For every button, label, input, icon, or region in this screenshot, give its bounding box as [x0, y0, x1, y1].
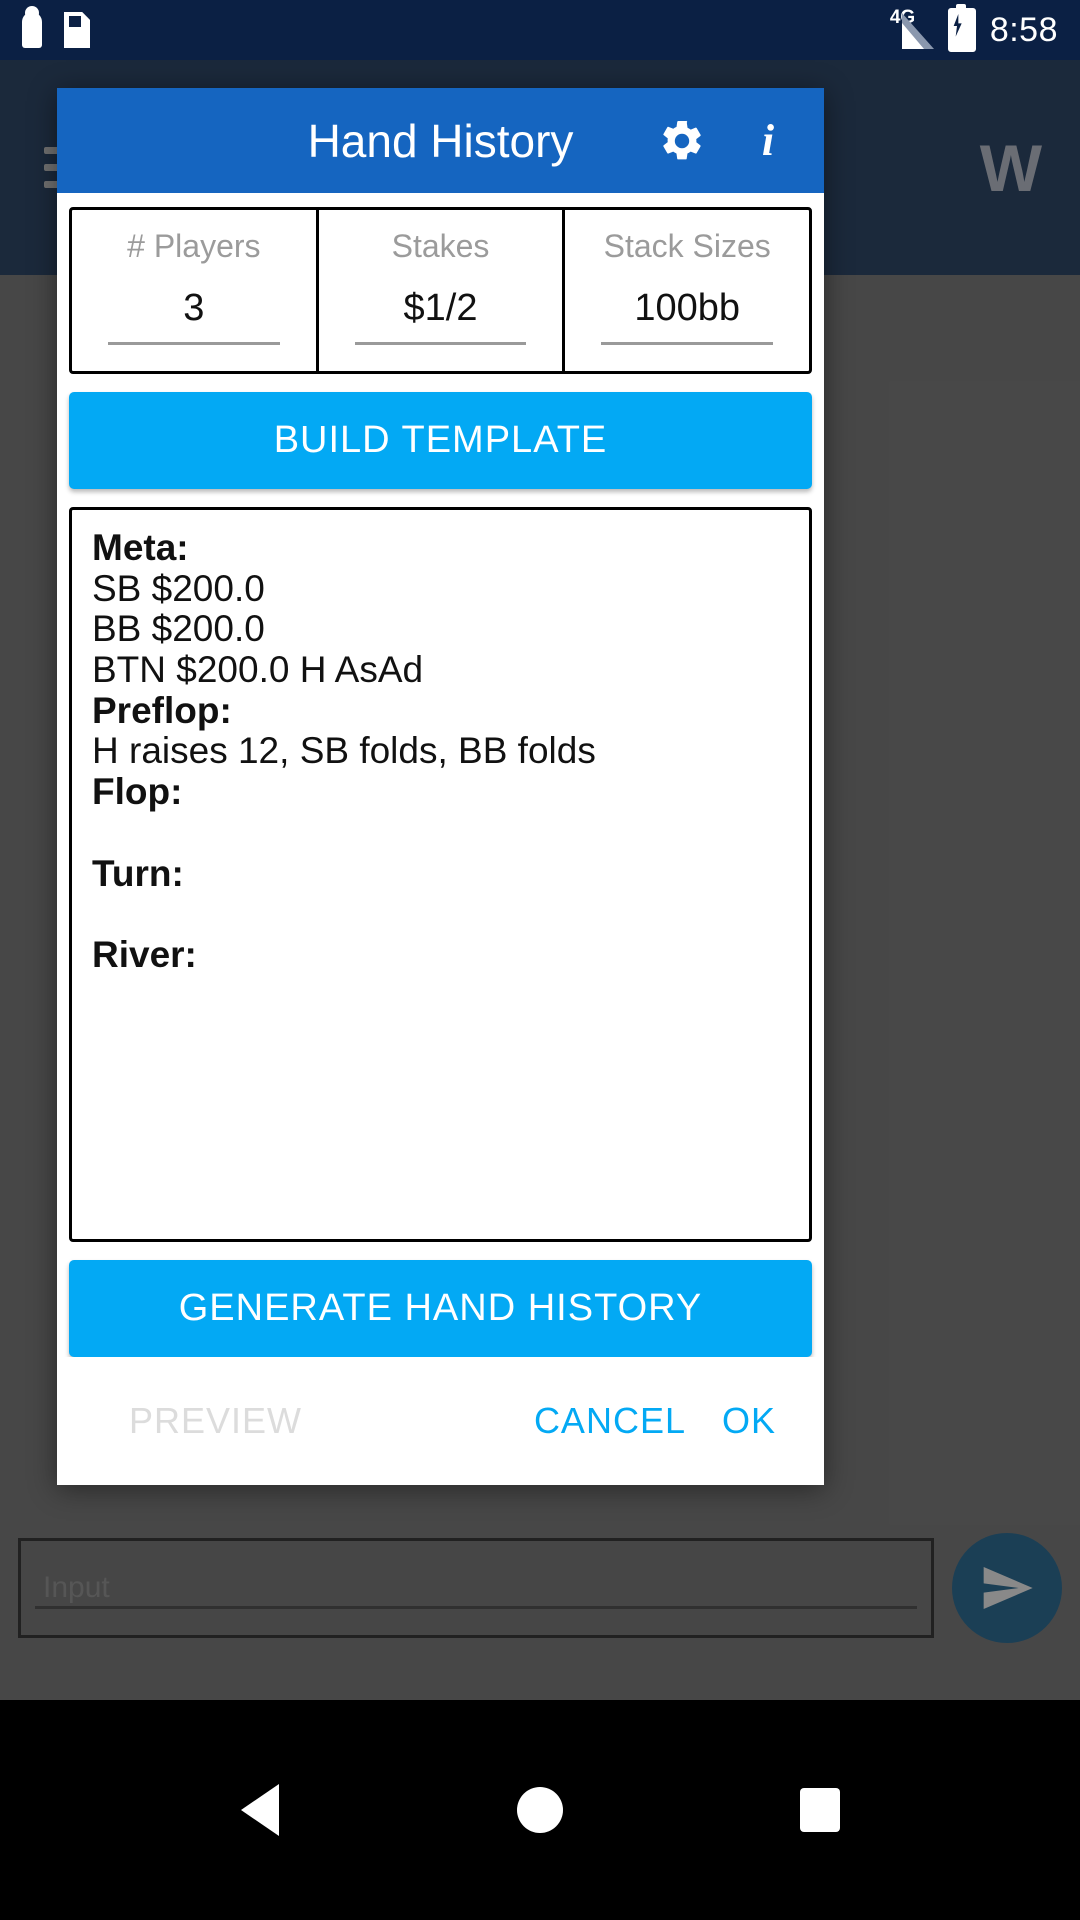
hand-history-line: River: — [92, 933, 197, 975]
preview-button: PREVIEW — [111, 1388, 320, 1454]
field-stack-sizes[interactable]: Stack Sizes 100bb — [562, 210, 809, 371]
field-label: Stack Sizes — [603, 228, 771, 264]
field-underline — [354, 342, 527, 345]
back-icon[interactable] — [200, 1750, 320, 1870]
sd-card-icon — [64, 12, 90, 48]
usb-icon — [22, 6, 42, 48]
android-navigation-bar — [0, 1700, 1080, 1920]
hand-history-line: Turn: — [92, 852, 184, 894]
battery-charging-icon — [947, 4, 976, 52]
field-stakes[interactable]: Stakes $1/2 — [315, 210, 563, 371]
clock: 8:58 — [989, 10, 1058, 49]
field-label: Stakes — [391, 228, 490, 264]
field-value: 100bb — [634, 287, 741, 329]
back-glyph — [241, 1784, 279, 1836]
settings-fields-row: # Players 3 Stakes $1/2 Stack Sizes 100b… — [69, 207, 812, 374]
hand-history-textarea[interactable]: Meta: SB $200.0 BB $200.0 BTN $200.0 H AsAd… — [69, 507, 812, 1242]
dialog-body: # Players 3 Stakes $1/2 Stack Sizes 100b… — [57, 193, 824, 1357]
dialog-header-actions: i — [654, 113, 796, 169]
hand-history-dialog: Hand History i # Players 3 Stakes $1/2 S… — [57, 88, 824, 1485]
home-icon[interactable] — [480, 1750, 600, 1870]
signal-bars-fg — [901, 23, 924, 49]
gear-icon[interactable] — [654, 113, 710, 169]
recents-glyph — [800, 1788, 840, 1832]
info-icon[interactable]: i — [740, 113, 796, 169]
hand-history-line — [92, 813, 789, 854]
field-underline — [601, 342, 774, 345]
generate-hand-history-button[interactable]: GENERATE HAND HISTORY — [69, 1260, 812, 1357]
dialog-action-row: PREVIEW CANCEL OK — [57, 1357, 824, 1485]
signal-icon: 4G — [890, 7, 934, 49]
status-bar: 4G 8:58 — [0, 0, 1080, 60]
home-glyph — [517, 1787, 563, 1833]
field-value: 3 — [183, 287, 205, 329]
field-label: # Players — [127, 228, 261, 264]
build-template-button[interactable]: BUILD TEMPLATE — [69, 392, 812, 489]
gear-glyph — [663, 120, 701, 159]
status-bar-right-icons: 4G 8:58 — [890, 4, 1058, 52]
info-glyph: i — [761, 116, 775, 165]
recents-icon[interactable] — [760, 1750, 880, 1870]
field-underline — [107, 342, 280, 345]
cancel-button[interactable]: CANCEL — [516, 1388, 704, 1454]
field-value: $1/2 — [403, 287, 478, 329]
status-bar-left-icons — [22, 6, 90, 48]
hand-history-line — [92, 894, 789, 935]
hand-history-line: BB $200.0 — [92, 608, 265, 650]
hand-history-line: H raises 12, SB folds, BB folds — [92, 730, 596, 772]
hand-history-line: Meta: — [92, 527, 189, 568]
ok-button[interactable]: OK — [704, 1388, 794, 1454]
hand-history-line: Preflop: — [92, 689, 232, 731]
dialog-header: Hand History i — [57, 88, 824, 193]
hand-history-line: SB $200.0 — [92, 567, 265, 609]
field-num-players[interactable]: # Players 3 — [72, 210, 316, 371]
hand-history-line: BTN $200.0 H AsAd — [92, 649, 424, 691]
hand-history-line: Flop: — [92, 771, 183, 813]
